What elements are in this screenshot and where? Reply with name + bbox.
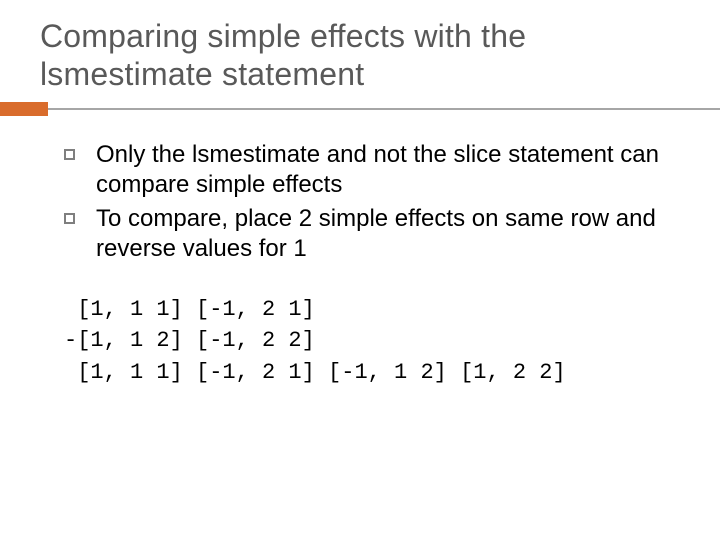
bullet-list: Only the lsmestimate and not the slice s… (64, 140, 680, 264)
code-block: [1, 1 1] [-1, 2 1] -[1, 1 2] [-1, 2 2] [… (64, 294, 680, 390)
title-underline (0, 102, 720, 116)
slide-body: Only the lsmestimate and not the slice s… (40, 140, 680, 390)
bullet-icon (64, 213, 75, 224)
code-line: [1, 1 1] [-1, 2 1] [-1, 1 2] [1, 2 2] (64, 360, 566, 385)
list-item-text: Only the lsmestimate and not the slice s… (96, 141, 659, 198)
slide-title: Comparing simple effects with the lsmest… (40, 18, 680, 94)
bullet-icon (64, 149, 75, 160)
code-line: -[1, 1 2] [-1, 2 2] (64, 328, 315, 353)
slide: Comparing simple effects with the lsmest… (0, 0, 720, 540)
list-item: To compare, place 2 simple effects on sa… (64, 204, 680, 264)
code-line: [1, 1 1] [-1, 2 1] (64, 297, 315, 322)
list-item-text: To compare, place 2 simple effects on sa… (96, 205, 656, 262)
underline-line (0, 108, 720, 110)
list-item: Only the lsmestimate and not the slice s… (64, 140, 680, 200)
underline-accent-block (0, 102, 48, 116)
